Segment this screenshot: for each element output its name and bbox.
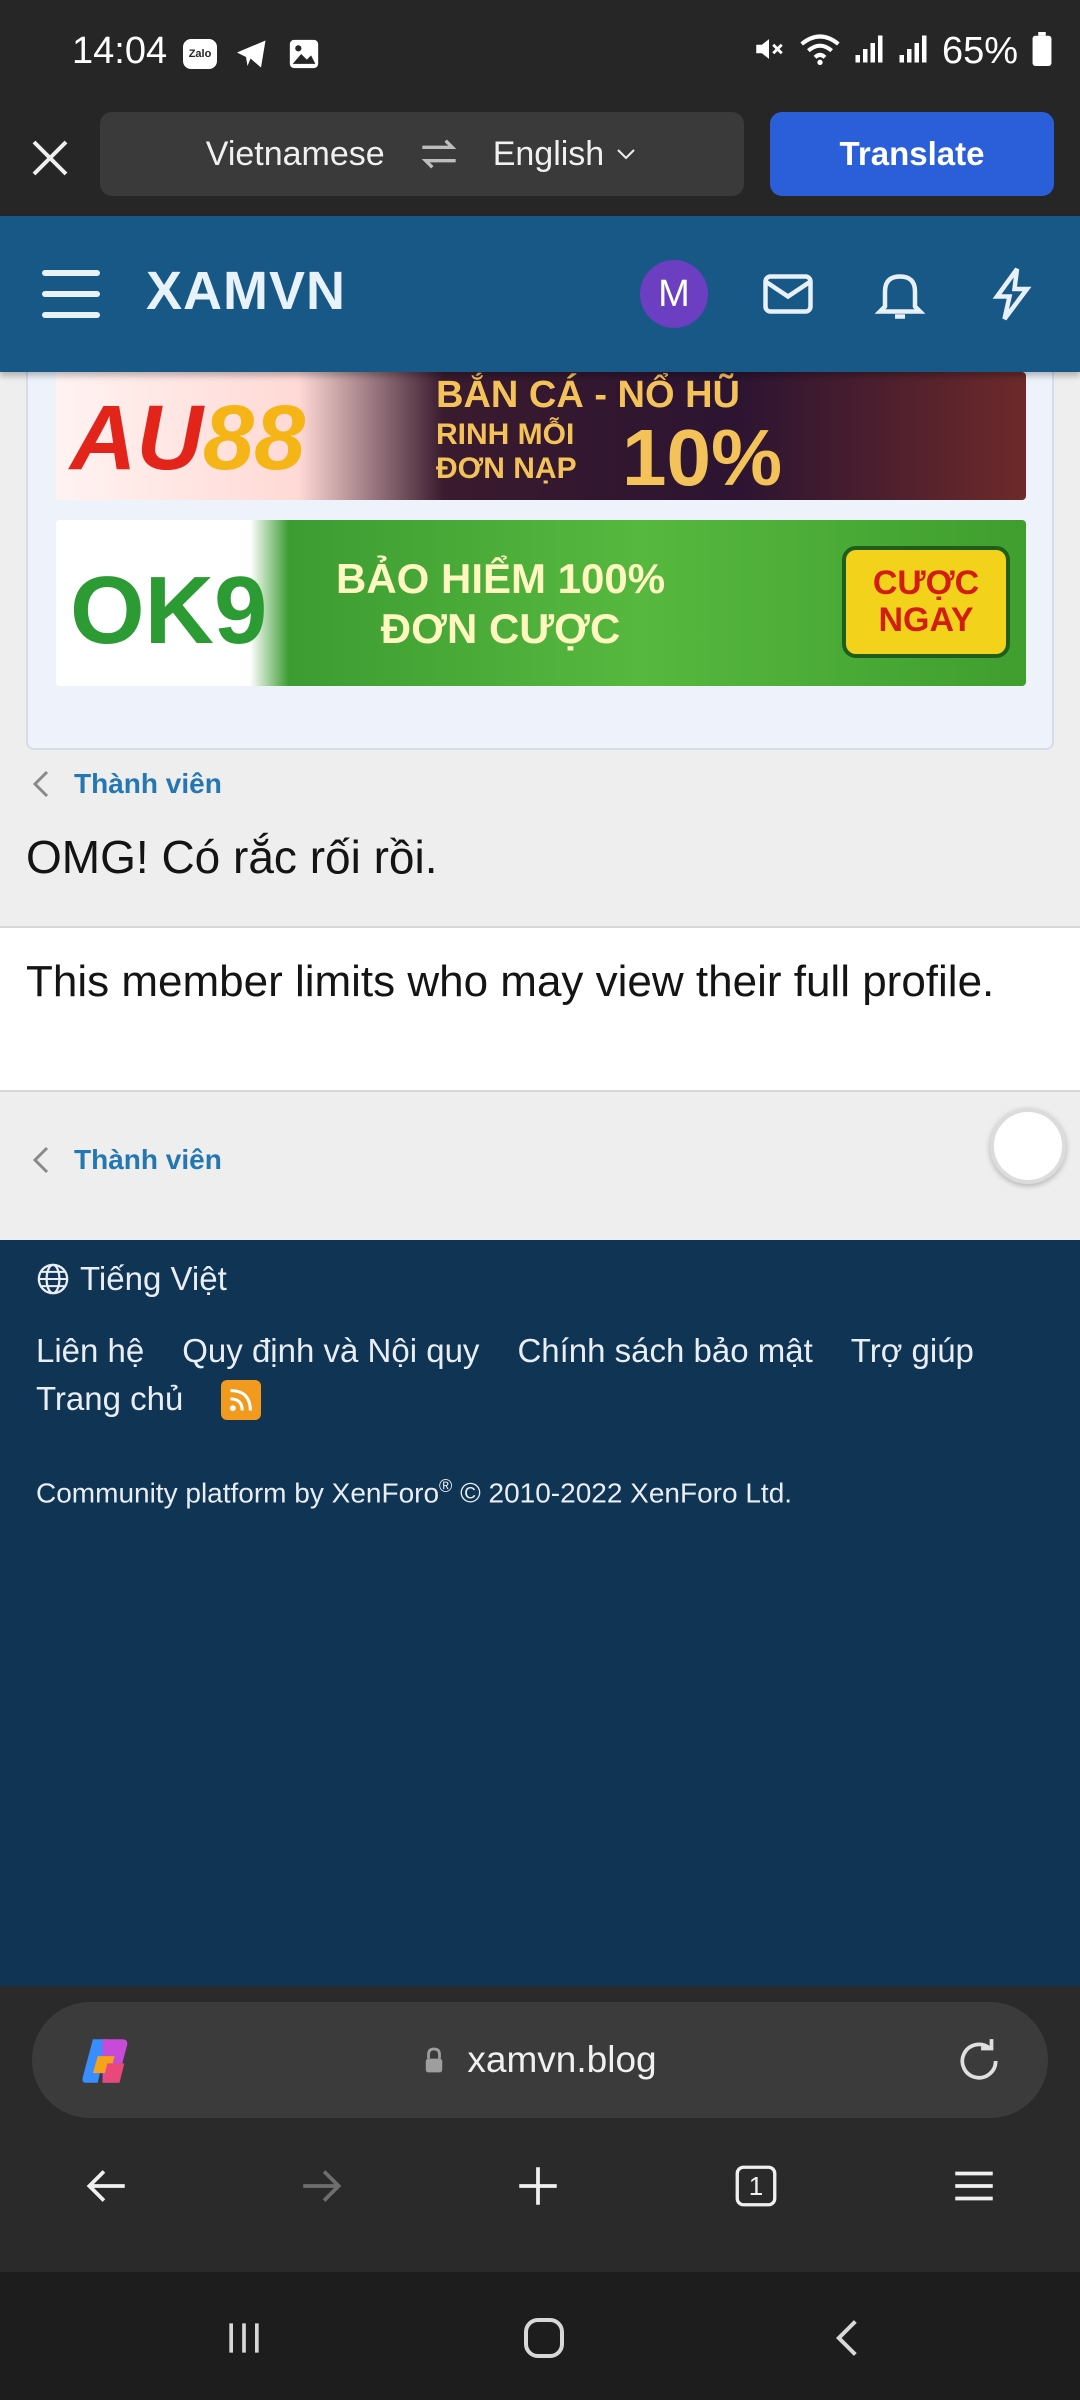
language-selector[interactable]: Vietnamese English [100, 112, 744, 196]
chevron-down-icon [617, 149, 635, 160]
url-text: xamvn.blog [467, 2039, 657, 2080]
chevron-left-icon [32, 1146, 49, 1174]
site-header: XAMVN M [0, 216, 1080, 372]
mute-icon [752, 32, 786, 71]
system-back-icon[interactable] [818, 2308, 878, 2368]
back-icon[interactable] [76, 2156, 136, 2216]
recent-apps-icon[interactable] [214, 2308, 274, 2368]
copyright: Community platform by XenForo® © 2010-20… [36, 1476, 792, 1509]
target-language[interactable]: English [493, 135, 639, 174]
ad-banner-ok9[interactable]: OK9 BẢO HIỂM 100% ĐƠN CƯỢC CƯỢC NGAY [56, 520, 1026, 686]
signal-icon [898, 34, 928, 69]
mail-icon[interactable] [758, 264, 818, 324]
globe-icon [37, 1263, 69, 1295]
site-logo[interactable]: XAMVN [146, 260, 346, 322]
zalo-logo-text: Zalo [183, 39, 217, 69]
ad-cta-button[interactable]: CƯỢC NGAY [842, 546, 1010, 658]
battery-icon [1032, 32, 1052, 71]
new-tab-icon[interactable] [508, 2156, 568, 2216]
telegram-icon [234, 36, 270, 72]
ad-text: BẮN CÁ - NỔ HŨ [436, 374, 740, 416]
site-footer: Tiếng Việt Liên hệ Quy định và Nội quy C… [0, 1240, 1080, 1986]
rss-icon[interactable] [221, 1380, 262, 1420]
ad-text: ĐƠN CƯỢC [380, 605, 621, 653]
registered-mark: ® [439, 1476, 453, 1496]
lightning-icon[interactable] [982, 264, 1042, 324]
breadcrumb[interactable]: Thành viên [30, 1144, 222, 1176]
ad-percent: 10% [622, 413, 783, 500]
swap-icon[interactable] [419, 139, 459, 169]
browser-toolbar: xamvn.blog 1 [0, 1986, 1080, 2272]
status-bar: 14:04 Zalo 65% [0, 0, 1080, 108]
system-status: 65% [752, 30, 1052, 73]
notification-icons: Zalo [182, 36, 322, 72]
lock-icon [426, 2047, 443, 2073]
footer-link-help[interactable]: Trợ giúp [851, 1332, 974, 1370]
battery-level: 65% [941, 30, 1018, 72]
wifi-icon [800, 32, 840, 71]
bell-icon[interactable] [870, 264, 930, 324]
status-time: 14:04 [72, 30, 168, 72]
system-nav-bar [0, 2272, 1080, 2400]
breadcrumb-link[interactable]: Thành viên [74, 768, 222, 800]
ad-text: BẢO HIỂM 100% [336, 555, 666, 602]
gallery-icon [286, 36, 322, 72]
language-chooser[interactable]: Tiếng Việt [36, 1260, 227, 1298]
footer-link-contact[interactable]: Liên hệ [36, 1332, 144, 1370]
language-label: Tiếng Việt [80, 1260, 227, 1297]
footer-link-home[interactable]: Trang chủ [36, 1380, 183, 1420]
restriction-notice: This member limits who may view their fu… [0, 926, 1080, 1092]
zalo-icon: Zalo [182, 36, 218, 72]
page-title: OMG! Có rắc rối rồi. [26, 831, 438, 883]
avatar[interactable]: M [640, 260, 708, 328]
ad-cta-text: NGAY [878, 601, 974, 639]
tabs-icon[interactable]: 1 [726, 2156, 786, 2216]
browser-nav: 1 [0, 2156, 1080, 2226]
ad-brand: OK9 [70, 557, 268, 664]
ad-cta-text: CƯỢC [872, 563, 980, 602]
footer-links: Liên hệ Quy định và Nội quy Chính sách b… [36, 1332, 1046, 1420]
url-display[interactable]: xamvn.blog [32, 2002, 1048, 2118]
floating-scroll-button[interactable] [990, 1108, 1066, 1184]
menu-icon[interactable] [944, 2156, 1004, 2216]
breadcrumb[interactable]: Thành viên [30, 768, 222, 800]
source-language[interactable]: Vietnamese [206, 135, 385, 174]
tab-count: 1 [748, 2170, 764, 2201]
forward-icon[interactable] [292, 2156, 352, 2216]
address-bar[interactable]: xamvn.blog [32, 2002, 1048, 2118]
footer-link-privacy[interactable]: Chính sách bảo mật [517, 1332, 812, 1370]
ad-brand-part: AU [70, 387, 203, 489]
chevron-left-icon [32, 770, 49, 798]
translate-bar: Vietnamese English Translate [0, 108, 1080, 216]
home-icon[interactable] [514, 2308, 574, 2368]
ad-container: AU88 BẮN CÁ - NỔ HŨ RINH MỖI ĐƠN NẠP 10%… [26, 362, 1054, 750]
footer-link-rules[interactable]: Quy định và Nội quy [182, 1332, 479, 1370]
target-language-label: English [492, 134, 605, 173]
ad-brand: AU88 [70, 386, 305, 491]
ad-brand-part: 88 [202, 387, 306, 489]
close-icon[interactable] [26, 134, 74, 182]
copyright-text: © 2010-2022 XenForo Ltd. [452, 1477, 793, 1509]
copyright-text: Community platform by XenForo [36, 1477, 440, 1509]
menu-icon[interactable] [42, 270, 100, 318]
signal-icon [854, 34, 884, 69]
ad-banner-au88[interactable]: AU88 BẮN CÁ - NỔ HŨ RINH MỖI ĐƠN NẠP 10% [56, 372, 1026, 500]
reload-icon[interactable] [954, 2036, 1004, 2086]
breadcrumb-link[interactable]: Thành viên [74, 1144, 222, 1176]
translate-button[interactable]: Translate [770, 112, 1054, 196]
main-content: AU88 BẮN CÁ - NỔ HŨ RINH MỖI ĐƠN NẠP 10%… [0, 362, 1080, 1240]
ad-copy: BẢO HIỂM 100% ĐƠN CƯỢC [336, 554, 665, 655]
